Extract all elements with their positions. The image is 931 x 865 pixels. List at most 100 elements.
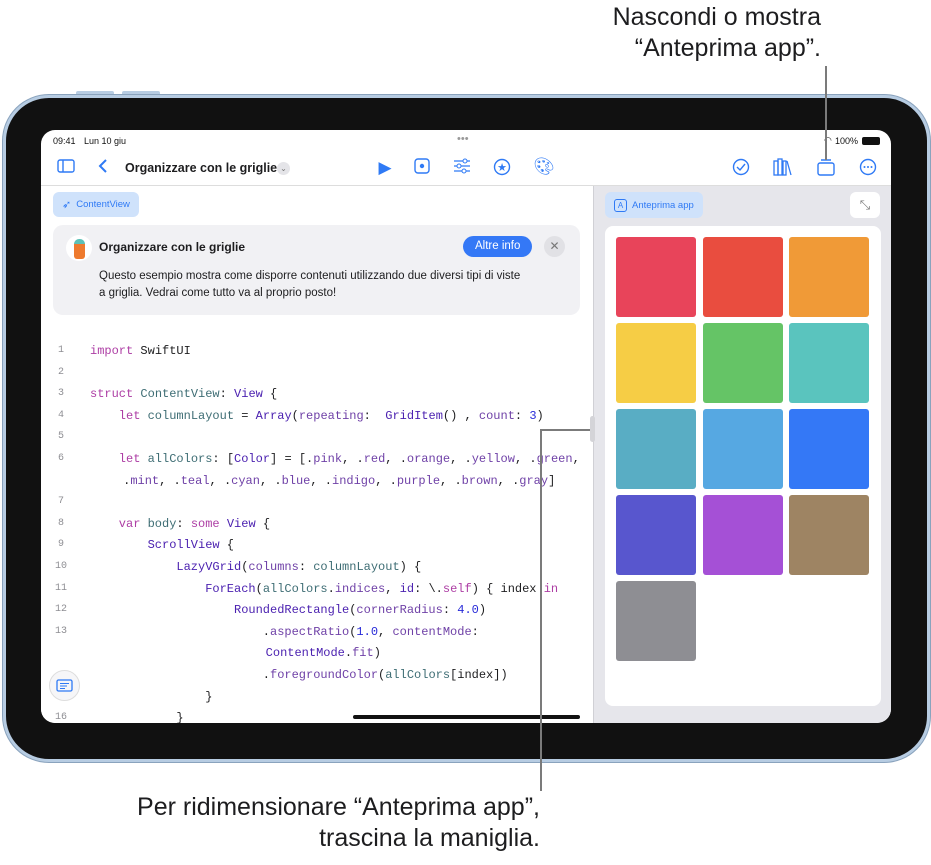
code-token: , . xyxy=(385,452,407,466)
code-token: pink xyxy=(313,452,343,466)
line-number: 10 xyxy=(54,561,67,572)
project-title[interactable]: Organizzare con le griglie xyxy=(125,161,277,175)
mascot-avatar xyxy=(66,235,92,261)
toggle-preview-icon[interactable] xyxy=(814,158,838,181)
code-token: cyan xyxy=(231,473,260,488)
status-time: 09:41 xyxy=(53,136,76,146)
callout-leader-line xyxy=(540,429,590,431)
tab-app-preview[interactable]: A Anteprima app xyxy=(605,192,703,218)
more-ellipsis-icon[interactable] xyxy=(856,158,880,181)
code-token: columnLayout xyxy=(313,560,400,574)
tab-label: ContentView xyxy=(76,199,130,210)
code-token: yellow xyxy=(471,452,515,466)
code-token: self xyxy=(442,581,472,596)
color-swatch xyxy=(616,323,696,403)
code-token: var xyxy=(118,516,141,531)
callout-text: Per ridimensionare “Anteprima app”, xyxy=(137,793,540,821)
expand-arrows-icon[interactable]: ⤡ xyxy=(850,192,880,218)
line-number: 8 xyxy=(57,517,64,529)
code-token: repeating xyxy=(298,408,364,423)
doc-outline-button[interactable] xyxy=(49,670,80,701)
code-token: RoundedRectangle xyxy=(234,603,350,618)
code-token: in xyxy=(543,581,559,596)
code-token: { xyxy=(262,387,278,402)
code-editor-pane: ➶ ContentView Organizzare con le griglie … xyxy=(41,186,592,723)
code-token: cornerRadius xyxy=(356,603,443,618)
preview-canvas xyxy=(605,226,881,706)
code-token: mint xyxy=(130,473,160,488)
library-books-icon[interactable] xyxy=(771,158,795,181)
app-store-icon: A xyxy=(614,198,627,212)
code-line[interactable]: } xyxy=(205,687,212,707)
code-line[interactable]: struct ContentView: View { xyxy=(90,384,277,404)
code-token: let xyxy=(118,408,141,423)
close-icon[interactable]: ✕ xyxy=(544,236,565,257)
code-line[interactable]: ContentMode.fit) xyxy=(266,643,381,663)
line-number: 7 xyxy=(57,496,64,508)
title-menu-chevron-icon[interactable]: ⌄ xyxy=(277,162,290,175)
star-circle-icon[interactable]: ★ xyxy=(490,158,514,181)
code-token: contentMode xyxy=(392,624,472,639)
color-swatch xyxy=(702,409,783,489)
code-line[interactable]: let columnLayout = Array(repeating: Grid… xyxy=(119,406,544,426)
line-number: 2 xyxy=(57,366,64,378)
color-swatch xyxy=(616,237,696,317)
resize-handle[interactable] xyxy=(590,416,595,442)
settings-sliders-icon[interactable] xyxy=(450,158,474,179)
code-token: allColors xyxy=(140,452,213,466)
code-token: , . xyxy=(310,473,332,488)
code-line[interactable]: ForEach(allColors.indices, id: \.self) {… xyxy=(205,579,558,599)
code-token: [index]) xyxy=(450,668,508,682)
code-line[interactable]: .foregroundColor(allColors[index]) xyxy=(263,665,508,685)
callout-leader-line xyxy=(825,66,827,160)
code-token: : [ xyxy=(212,452,235,466)
code-token: : xyxy=(471,624,479,639)
code-token: : xyxy=(176,516,191,531)
code-token: , . xyxy=(209,473,232,488)
code-token: : xyxy=(219,387,235,402)
color-swatch xyxy=(702,323,783,403)
line-number: 13 xyxy=(54,625,67,637)
tab-contentview[interactable]: ➶ ContentView xyxy=(53,192,139,217)
color-swatch xyxy=(702,237,783,317)
step-record-icon[interactable] xyxy=(410,158,434,179)
battery-level: 100% xyxy=(835,136,859,146)
code-line[interactable]: } xyxy=(176,708,183,723)
palette-icon[interactable]: 🎨︎ xyxy=(532,157,556,177)
code-token: allColors xyxy=(385,668,451,682)
code-token: orange xyxy=(406,452,451,466)
line-number: 9 xyxy=(57,539,64,551)
back-chevron-icon[interactable] xyxy=(91,158,115,179)
code-token: teal xyxy=(180,473,210,488)
code-token: , . xyxy=(440,473,462,488)
code-line[interactable]: let allColors: [Color] = [.pink, .red, .… xyxy=(119,449,580,469)
code-line[interactable]: LazyVGrid(columns: columnLayout) { xyxy=(176,557,421,577)
code-token: : xyxy=(442,603,458,618)
multitasking-dots-icon[interactable]: ••• xyxy=(457,133,469,145)
code-token: brown xyxy=(461,473,498,488)
code-line[interactable]: .mint, .teal, .cyan, .blue, .indigo, .pu… xyxy=(123,471,555,491)
code-token: , . xyxy=(159,473,181,488)
callout-resize-handle: Per ridimensionare “Anteprima app”, tras… xyxy=(137,792,540,854)
more-info-button[interactable]: Altre info xyxy=(463,236,533,257)
run-play-icon[interactable]: ▶ xyxy=(373,158,397,178)
code-token: body xyxy=(140,516,177,531)
code-line[interactable]: ScrollView { xyxy=(148,535,234,555)
checkmark-circle-icon[interactable] xyxy=(729,158,753,181)
code-line[interactable]: import SwiftUI xyxy=(90,341,191,361)
sidebar-toggle-icon[interactable] xyxy=(54,158,78,178)
code-line[interactable]: RoundedRectangle(cornerRadius: 4.0) xyxy=(234,600,486,620)
code-token: 4.0 xyxy=(457,603,479,618)
code-token: : \. xyxy=(414,581,443,596)
code-line[interactable]: .aspectRatio(1.0, contentMode: xyxy=(263,622,479,642)
code-token: . xyxy=(262,668,270,682)
code-token: 1.0 xyxy=(356,624,379,639)
code-token: ) xyxy=(373,646,381,661)
code-line[interactable]: var body: some View { xyxy=(119,514,270,534)
code-token: id xyxy=(399,581,415,596)
color-swatch xyxy=(789,323,869,403)
code-token: : xyxy=(298,560,314,574)
code-token: Array xyxy=(255,408,292,423)
svg-text:★: ★ xyxy=(497,162,507,174)
code-token: ) xyxy=(478,603,487,618)
